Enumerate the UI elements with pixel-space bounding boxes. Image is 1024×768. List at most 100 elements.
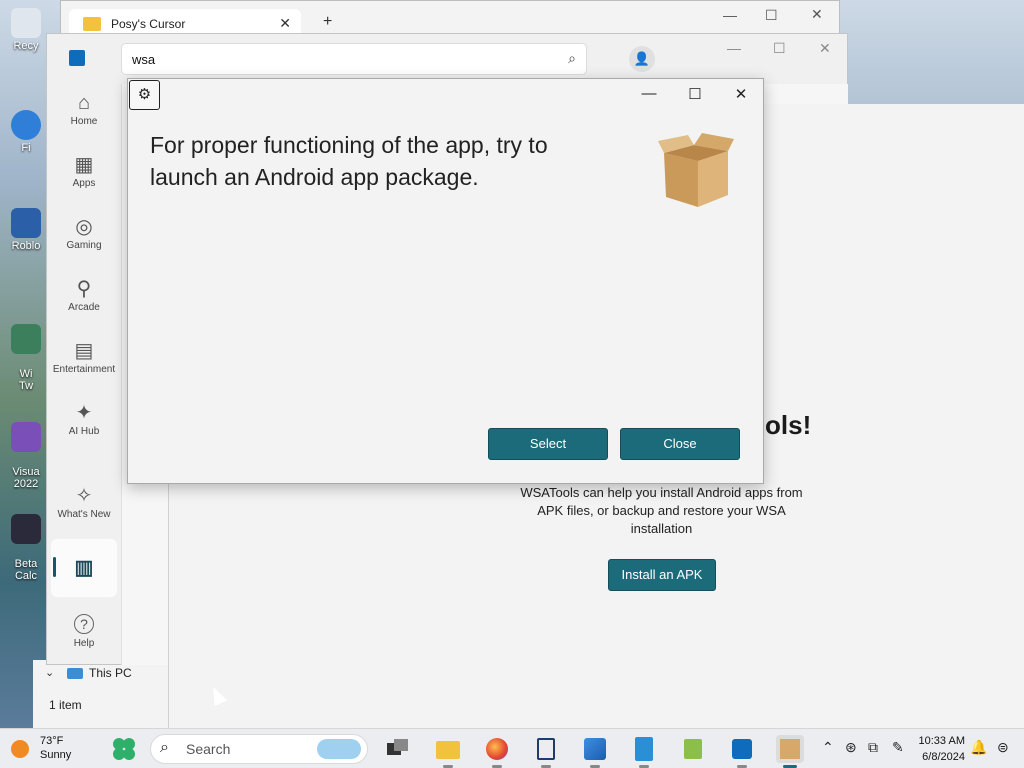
install-apk-button[interactable]: Install an APK	[608, 559, 716, 591]
taskbar-search[interactable]: ⌕ Search	[150, 734, 368, 764]
notification-bell-icon[interactable]: 🔔	[970, 739, 987, 756]
nav-label: Help	[73, 638, 95, 649]
nav-help[interactable]: ? Help	[51, 604, 117, 662]
search-highlight-image	[317, 739, 361, 759]
launch-package-dialog: ⚙ — ☐ ✕ For proper functioning of the ap…	[127, 78, 764, 484]
minimize-icon[interactable]: —	[727, 40, 741, 56]
visual-studio-icon	[11, 422, 41, 452]
desktop-icon-label: Visua 2022	[12, 466, 40, 490]
tree-item-this-pc[interactable]: This PC	[89, 666, 132, 680]
computer-icon	[67, 668, 83, 679]
maximize-icon[interactable]: ☐	[685, 85, 705, 103]
taskbar-file-explorer[interactable]	[434, 735, 462, 768]
calculator-icon	[11, 514, 41, 544]
gamepad-icon: ◎	[75, 216, 93, 238]
sparkle-icon: ✦	[75, 402, 93, 424]
close-tab-icon[interactable]: ✕	[279, 15, 291, 32]
taskbar-firefox[interactable]	[483, 735, 511, 768]
weather-temperature[interactable]: 73°F	[40, 735, 63, 747]
gear-icon[interactable]: ⚙	[129, 80, 160, 110]
package-box-icon	[658, 133, 734, 207]
desktop-icon-recycle-bin[interactable]: Recy	[4, 8, 48, 52]
party-icon: ✧	[75, 485, 93, 507]
desktop-icon-firefox[interactable]: Fi	[4, 110, 48, 154]
weather-description[interactable]: Sunny	[40, 749, 71, 761]
desktop-icon-calculator[interactable]: Beta Calc	[4, 502, 48, 582]
folder-icon	[83, 17, 101, 31]
desktop-icon-roblox[interactable]: Roblo	[4, 208, 48, 252]
minimize-icon[interactable]: —	[639, 85, 659, 102]
book-icon	[537, 738, 555, 760]
pen-icon[interactable]: ✎	[892, 739, 904, 756]
taskbar-task-view[interactable]	[383, 735, 411, 763]
select-button[interactable]: Select	[488, 428, 608, 460]
maximize-icon[interactable]: ☐	[765, 7, 778, 24]
package-box-icon	[780, 739, 800, 759]
search-icon[interactable]: ⌕	[568, 50, 576, 67]
maximize-icon[interactable]: ☐	[773, 40, 786, 57]
taskbar-photos[interactable]	[581, 735, 609, 768]
library-icon: ▥	[74, 557, 94, 579]
desktop-icon-label: Roblo	[11, 240, 41, 252]
nav-label: What's New	[57, 509, 111, 520]
taskbar-microsoft-store[interactable]	[728, 735, 756, 768]
nav-entertainment[interactable]: ▤ Entertainment	[51, 332, 117, 390]
new-tab-icon[interactable]: +	[323, 13, 332, 31]
start-button[interactable]	[110, 735, 138, 763]
app-icon	[11, 324, 41, 354]
taskbar-search-placeholder: Search	[186, 741, 231, 757]
nav-label: Apps	[72, 178, 96, 189]
clock-time[interactable]: 10:33 AM	[915, 735, 965, 747]
account-avatar[interactable]: 👤	[629, 46, 655, 72]
taskbar-wsatools[interactable]	[776, 735, 804, 768]
taskbar-bag-app[interactable]	[679, 735, 707, 763]
nav-ai-hub[interactable]: ✦ AI Hub	[51, 394, 117, 452]
notepad-icon	[635, 737, 653, 761]
chevron-down-icon[interactable]: ⌄	[45, 666, 54, 679]
nav-label: Gaming	[66, 240, 102, 251]
desktop-icon-label: Wi Tw	[18, 368, 34, 392]
nav-label: Home	[70, 116, 98, 127]
explorer-footer: ⌄ This PC 1 item	[33, 660, 168, 728]
nav-apps[interactable]: ▦ Apps	[51, 146, 117, 204]
taskbar-notepad[interactable]	[630, 735, 658, 768]
desktop-icon-winaero[interactable]: Wi Tw	[4, 312, 48, 392]
close-icon[interactable]: ✕	[819, 40, 831, 57]
recycle-bin-icon	[11, 8, 41, 38]
dialog-message: For proper functioning of the app, try t…	[150, 132, 548, 190]
shopping-bag-icon	[684, 739, 702, 759]
desktop-icon-label: Beta Calc	[14, 558, 38, 582]
network-icon[interactable]: ⊛	[845, 739, 857, 756]
nav-arcade[interactable]: ⚲ Arcade	[51, 270, 117, 328]
weather-sun-icon[interactable]	[11, 740, 29, 758]
clock-date[interactable]: 6/8/2024	[915, 751, 965, 763]
close-button[interactable]: Close	[620, 428, 740, 460]
store-search-input[interactable]: wsa ⌕	[121, 43, 587, 75]
copilot-icon[interactable]: ⊜	[997, 739, 1009, 756]
search-icon: ⌕	[160, 739, 169, 756]
hero-description: WSATools can help you install Android ap…	[520, 485, 803, 536]
hero-title: ols!	[765, 410, 812, 440]
photos-icon	[584, 738, 606, 760]
minimize-icon[interactable]: —	[723, 7, 737, 23]
desktop-icon-visual-studio[interactable]: Visua 2022	[4, 410, 48, 490]
roblox-icon	[11, 208, 41, 238]
home-icon: ⌂	[77, 92, 91, 114]
joystick-icon: ⚲	[76, 278, 92, 300]
taskbar-reader[interactable]	[532, 735, 560, 768]
close-icon[interactable]: ✕	[811, 6, 823, 23]
nav-library[interactable]: ▥	[51, 539, 117, 597]
firefox-icon	[11, 110, 41, 140]
nav-whats-new[interactable]: ✧ What's New	[51, 477, 117, 535]
help-icon: ?	[74, 614, 94, 634]
nav-label: Arcade	[68, 302, 100, 313]
nav-label: AI Hub	[68, 426, 100, 437]
display-icon[interactable]: ⧉	[868, 739, 878, 756]
item-count: 1 item	[49, 698, 82, 712]
show-hidden-icons-chevron-icon[interactable]: ⌃	[822, 739, 834, 756]
close-icon[interactable]: ✕	[731, 85, 751, 103]
nav-gaming[interactable]: ◎ Gaming	[51, 208, 117, 266]
nav-home[interactable]: ⌂ Home	[51, 84, 117, 142]
store-icon	[732, 739, 752, 759]
taskbar: 73°F Sunny ⌕ Search ⌃ ⊛ ⧉ ✎ 10:33 AM 6/8…	[0, 728, 1024, 768]
